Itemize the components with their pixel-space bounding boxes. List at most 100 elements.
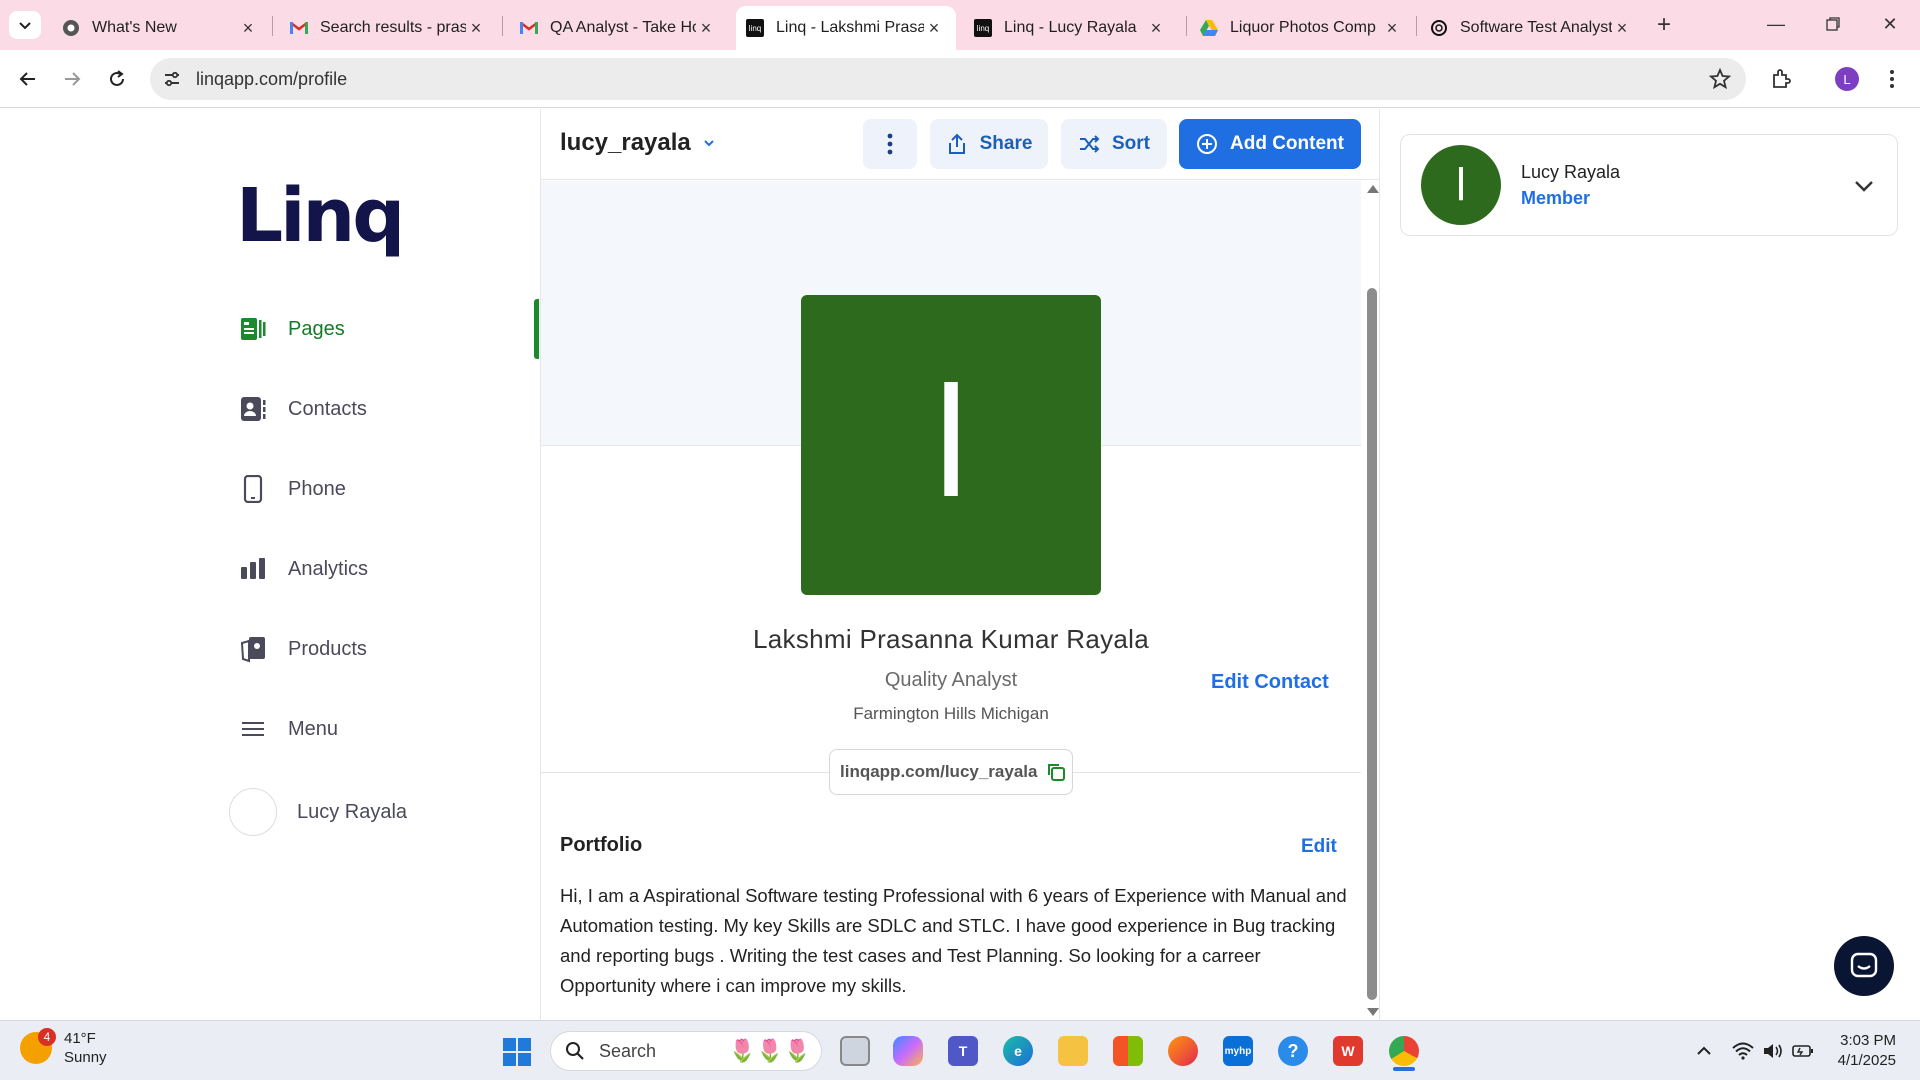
chat-support-button[interactable] — [1834, 936, 1894, 996]
browser-tab[interactable]: Liquor Photos Comp × — [1186, 6, 1414, 50]
copilot-icon[interactable] — [888, 1031, 928, 1071]
sidebar-item-phone[interactable]: Phone — [238, 469, 346, 509]
scrollbar[interactable] — [1365, 181, 1379, 1020]
close-icon[interactable]: × — [466, 18, 486, 38]
close-icon[interactable]: × — [1382, 18, 1402, 38]
myhp-icon[interactable]: myhp — [1218, 1031, 1258, 1071]
reload-icon[interactable] — [101, 63, 133, 95]
scroll-up-arrow[interactable] — [1367, 185, 1379, 193]
linq-icon: linq — [974, 19, 992, 37]
close-window-icon[interactable]: ✕ — [1872, 8, 1908, 40]
more-options-icon[interactable] — [1876, 63, 1908, 95]
editor-header: lucy_rayala Share Sort Add Content — [541, 109, 1379, 180]
close-icon[interactable]: × — [1146, 18, 1166, 38]
browser-tab[interactable]: linq Linq - Lucy Rayala × — [958, 6, 1178, 50]
wps-office-icon[interactable]: W — [1328, 1031, 1368, 1071]
browser-tab[interactable]: Search results - prasa × — [270, 6, 498, 50]
teams-icon[interactable]: T — [943, 1031, 983, 1071]
tab-title: QA Analyst - Take Ho — [550, 19, 696, 36]
tab-title: Linq - Lakshmi Prasan — [776, 19, 924, 36]
close-icon[interactable]: × — [238, 18, 258, 38]
taskbar-search[interactable]: Search 🌷🌷🌷 — [550, 1031, 822, 1071]
profile-full-name: Lakshmi Prasanna Kumar Rayala — [753, 624, 1149, 654]
sort-button[interactable]: Sort — [1061, 119, 1167, 169]
sidebar-item-pages[interactable]: Pages — [238, 309, 345, 349]
profile-avatar-image[interactable]: l — [801, 295, 1101, 595]
browser-tab-strip: What's New × Search results - prasa × QA… — [0, 0, 1920, 50]
scrollbar-thumb[interactable] — [1367, 288, 1377, 1000]
tab-title: Software Test Analyst — [1460, 19, 1612, 36]
tab-search-button[interactable] — [9, 11, 41, 39]
tab-title: Search results - prasa — [320, 19, 466, 36]
close-icon[interactable]: × — [924, 18, 944, 38]
close-icon[interactable]: × — [696, 18, 716, 38]
back-icon[interactable] — [12, 63, 44, 95]
chevron-up-icon[interactable] — [1692, 1039, 1716, 1063]
profile-editor: lucy_rayala Share Sort Add Content l Lak… — [540, 109, 1380, 1020]
file-explorer-icon[interactable] — [1053, 1031, 1093, 1071]
profile-url: linqapp.com/lucy_rayala — [840, 762, 1038, 781]
account-card[interactable]: l Lucy Rayala Member — [1400, 134, 1898, 236]
profile-scroll-area[interactable]: l Lakshmi Prasanna Kumar Rayala Quality … — [541, 181, 1361, 1020]
new-tab-button[interactable]: + — [1651, 11, 1677, 38]
sidebar-item-menu[interactable]: Menu — [238, 709, 338, 749]
browser-tab-active[interactable]: linq Linq - Lakshmi Prasan × — [736, 6, 956, 50]
address-bar[interactable]: linqapp.com/profile — [150, 58, 1746, 100]
linq-logo[interactable]: Linq — [236, 173, 405, 259]
battery-icon[interactable] — [1791, 1039, 1815, 1063]
portfolio-edit-link[interactable]: Edit — [1301, 836, 1337, 858]
extensions-icon[interactable] — [1765, 63, 1797, 95]
chevron-down-icon[interactable] — [1851, 173, 1877, 199]
profile-location: Farmington Hills Michigan — [853, 704, 1049, 723]
tab-title: Liquor Photos Comp — [1230, 19, 1376, 36]
sidebar-item-label: Phone — [288, 477, 346, 500]
browser-tab[interactable]: Software Test Analyst × — [1416, 6, 1644, 50]
sidebar-item-products[interactable]: Products — [238, 629, 367, 669]
more-options-button[interactable] — [863, 119, 917, 169]
windows-start-icon[interactable] — [502, 1037, 532, 1067]
wifi-icon[interactable] — [1731, 1039, 1755, 1063]
profile-avatar[interactable]: L — [1831, 63, 1863, 95]
portfolio-text: Hi, I am a Aspirational Software testing… — [560, 885, 1347, 996]
forward-icon[interactable] — [56, 63, 88, 95]
site-settings-icon[interactable] — [162, 69, 182, 89]
help-icon[interactable]: ? — [1273, 1031, 1313, 1071]
volume-icon[interactable] — [1761, 1039, 1785, 1063]
sidebar-item-contacts[interactable]: Contacts — [238, 389, 367, 429]
task-view-icon[interactable] — [835, 1031, 875, 1071]
edit-contact-link[interactable]: Edit Contact — [1211, 671, 1329, 694]
profile-url-pill[interactable]: linqapp.com/lucy_rayala — [829, 749, 1073, 795]
microsoft-store-icon[interactable] — [1108, 1031, 1148, 1071]
account-name: Lucy Rayala — [1521, 162, 1621, 182]
copy-icon[interactable] — [1046, 762, 1066, 782]
system-clock[interactable]: 3:03 PM 4/1/2025 — [1836, 1031, 1896, 1071]
chrome-icon[interactable] — [1384, 1031, 1424, 1071]
sidebar-item-user[interactable]: Lucy Rayala — [229, 785, 408, 839]
browser-tab[interactable]: QA Analyst - Take Ho × — [500, 6, 728, 50]
share-button[interactable]: Share — [930, 119, 1048, 169]
close-icon[interactable]: × — [1612, 18, 1632, 38]
search-icon — [566, 1042, 584, 1060]
add-content-button[interactable]: Add Content — [1179, 119, 1361, 169]
chat-icon — [1850, 952, 1878, 978]
url-text[interactable]: linqapp.com/profile — [196, 69, 347, 90]
browser-tab[interactable]: What's New × — [42, 6, 270, 50]
scroll-down-arrow[interactable] — [1367, 1008, 1379, 1016]
firefox-icon[interactable] — [1163, 1031, 1203, 1071]
sidebar-item-label: Pages — [288, 317, 345, 340]
account-panel: l Lucy Rayala Member — [1381, 109, 1920, 1020]
account-role: Member — [1521, 188, 1591, 208]
sidebar-item-label: Products — [288, 637, 367, 660]
windows-taskbar: 4 41°F Sunny Search 🌷🌷🌷 T e myhp ? W 3:0… — [0, 1020, 1920, 1080]
gmail-icon — [520, 19, 538, 37]
username-dropdown[interactable]: lucy_rayala — [560, 129, 717, 157]
edge-icon[interactable]: e — [998, 1031, 1038, 1071]
sidebar-user-name: Lucy Rayala — [297, 800, 408, 823]
minimize-icon[interactable]: — — [1758, 8, 1794, 40]
portfolio-heading: Portfolio — [560, 834, 643, 856]
weather-widget[interactable]: 4 41°F Sunny — [20, 1028, 107, 1067]
bookmark-star-icon[interactable] — [1708, 67, 1732, 91]
sidebar-item-analytics[interactable]: Analytics — [238, 549, 368, 589]
restore-icon[interactable] — [1815, 8, 1851, 40]
openai-icon — [1430, 19, 1448, 37]
